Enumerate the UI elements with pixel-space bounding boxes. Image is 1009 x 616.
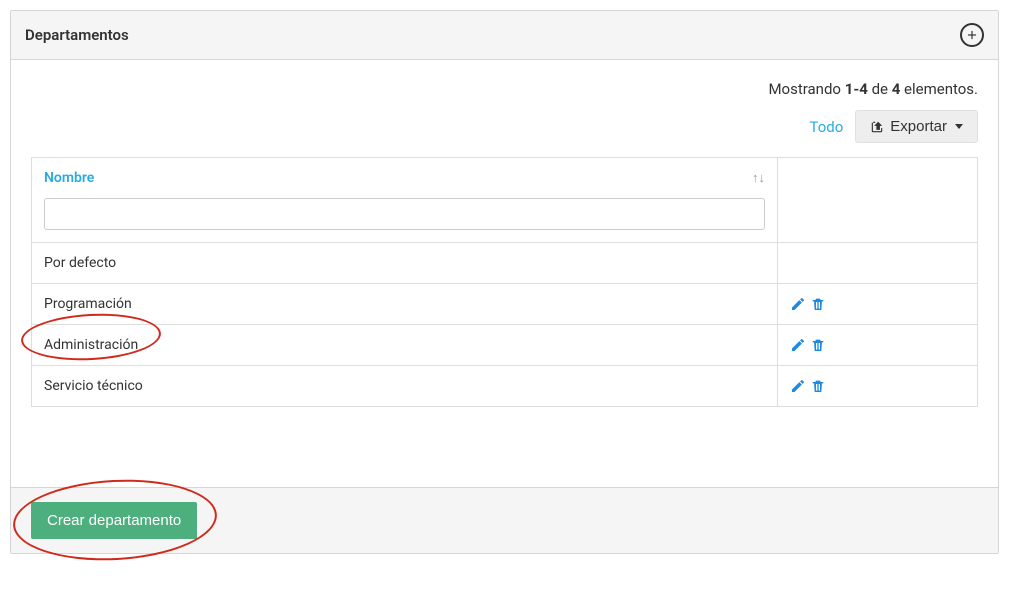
departments-panel: Departamentos Mostrando 1-4 de 4 element… (10, 10, 999, 554)
show-all-link[interactable]: Todo (810, 118, 844, 136)
panel-footer: Crear departamento (11, 487, 998, 553)
panel-body: Mostrando 1-4 de 4 elementos. Todo Expor… (11, 60, 998, 487)
panel-header: Departamentos (11, 11, 998, 60)
summary-range: 1-4 (845, 80, 868, 98)
export-icon (870, 120, 884, 134)
trash-icon (810, 296, 826, 312)
panel-title: Departamentos (25, 26, 129, 44)
cell-name: Servicio técnico (32, 366, 778, 407)
add-department-button[interactable] (960, 23, 984, 47)
summary-prefix: Mostrando (768, 80, 844, 98)
trash-icon (810, 337, 826, 353)
chevron-down-icon (955, 124, 963, 129)
table-row: Administración (32, 325, 978, 366)
edit-button[interactable] (790, 378, 806, 394)
summary-mid: de (868, 80, 892, 98)
column-header-actions (778, 158, 978, 243)
column-header-name[interactable]: Nombre ↑↓ (32, 158, 778, 243)
sort-icon: ↑↓ (752, 170, 765, 186)
departments-table: Nombre ↑↓ Por defecto Programación (31, 157, 978, 407)
summary-suffix: elementos. (900, 80, 978, 98)
delete-button[interactable] (810, 296, 826, 312)
create-department-button[interactable]: Crear departamento (31, 502, 197, 539)
delete-button[interactable] (810, 378, 826, 394)
cell-actions (778, 284, 978, 325)
cell-name: Administración (32, 325, 778, 366)
table-row: Servicio técnico (32, 366, 978, 407)
summary-text: Mostrando 1-4 de 4 elementos. (31, 80, 978, 98)
cell-actions (778, 325, 978, 366)
cell-name: Programación (32, 284, 778, 325)
export-button[interactable]: Exportar (855, 110, 978, 143)
name-filter-input[interactable] (44, 198, 765, 230)
trash-icon (810, 378, 826, 394)
table-row: Por defecto (32, 243, 978, 284)
controls-row: Todo Exportar (31, 110, 978, 143)
table-header-row: Nombre ↑↓ (32, 158, 978, 243)
table-row: Programación (32, 284, 978, 325)
pencil-icon (790, 378, 806, 394)
cell-name: Por defecto (32, 243, 778, 284)
delete-button[interactable] (810, 337, 826, 353)
cell-actions (778, 243, 978, 284)
pencil-icon (790, 296, 806, 312)
pencil-icon (790, 337, 806, 353)
export-label: Exportar (890, 118, 947, 135)
edit-button[interactable] (790, 337, 806, 353)
cell-actions (778, 366, 978, 407)
plus-icon (965, 28, 979, 42)
column-header-name-label: Nombre (44, 170, 94, 186)
edit-button[interactable] (790, 296, 806, 312)
